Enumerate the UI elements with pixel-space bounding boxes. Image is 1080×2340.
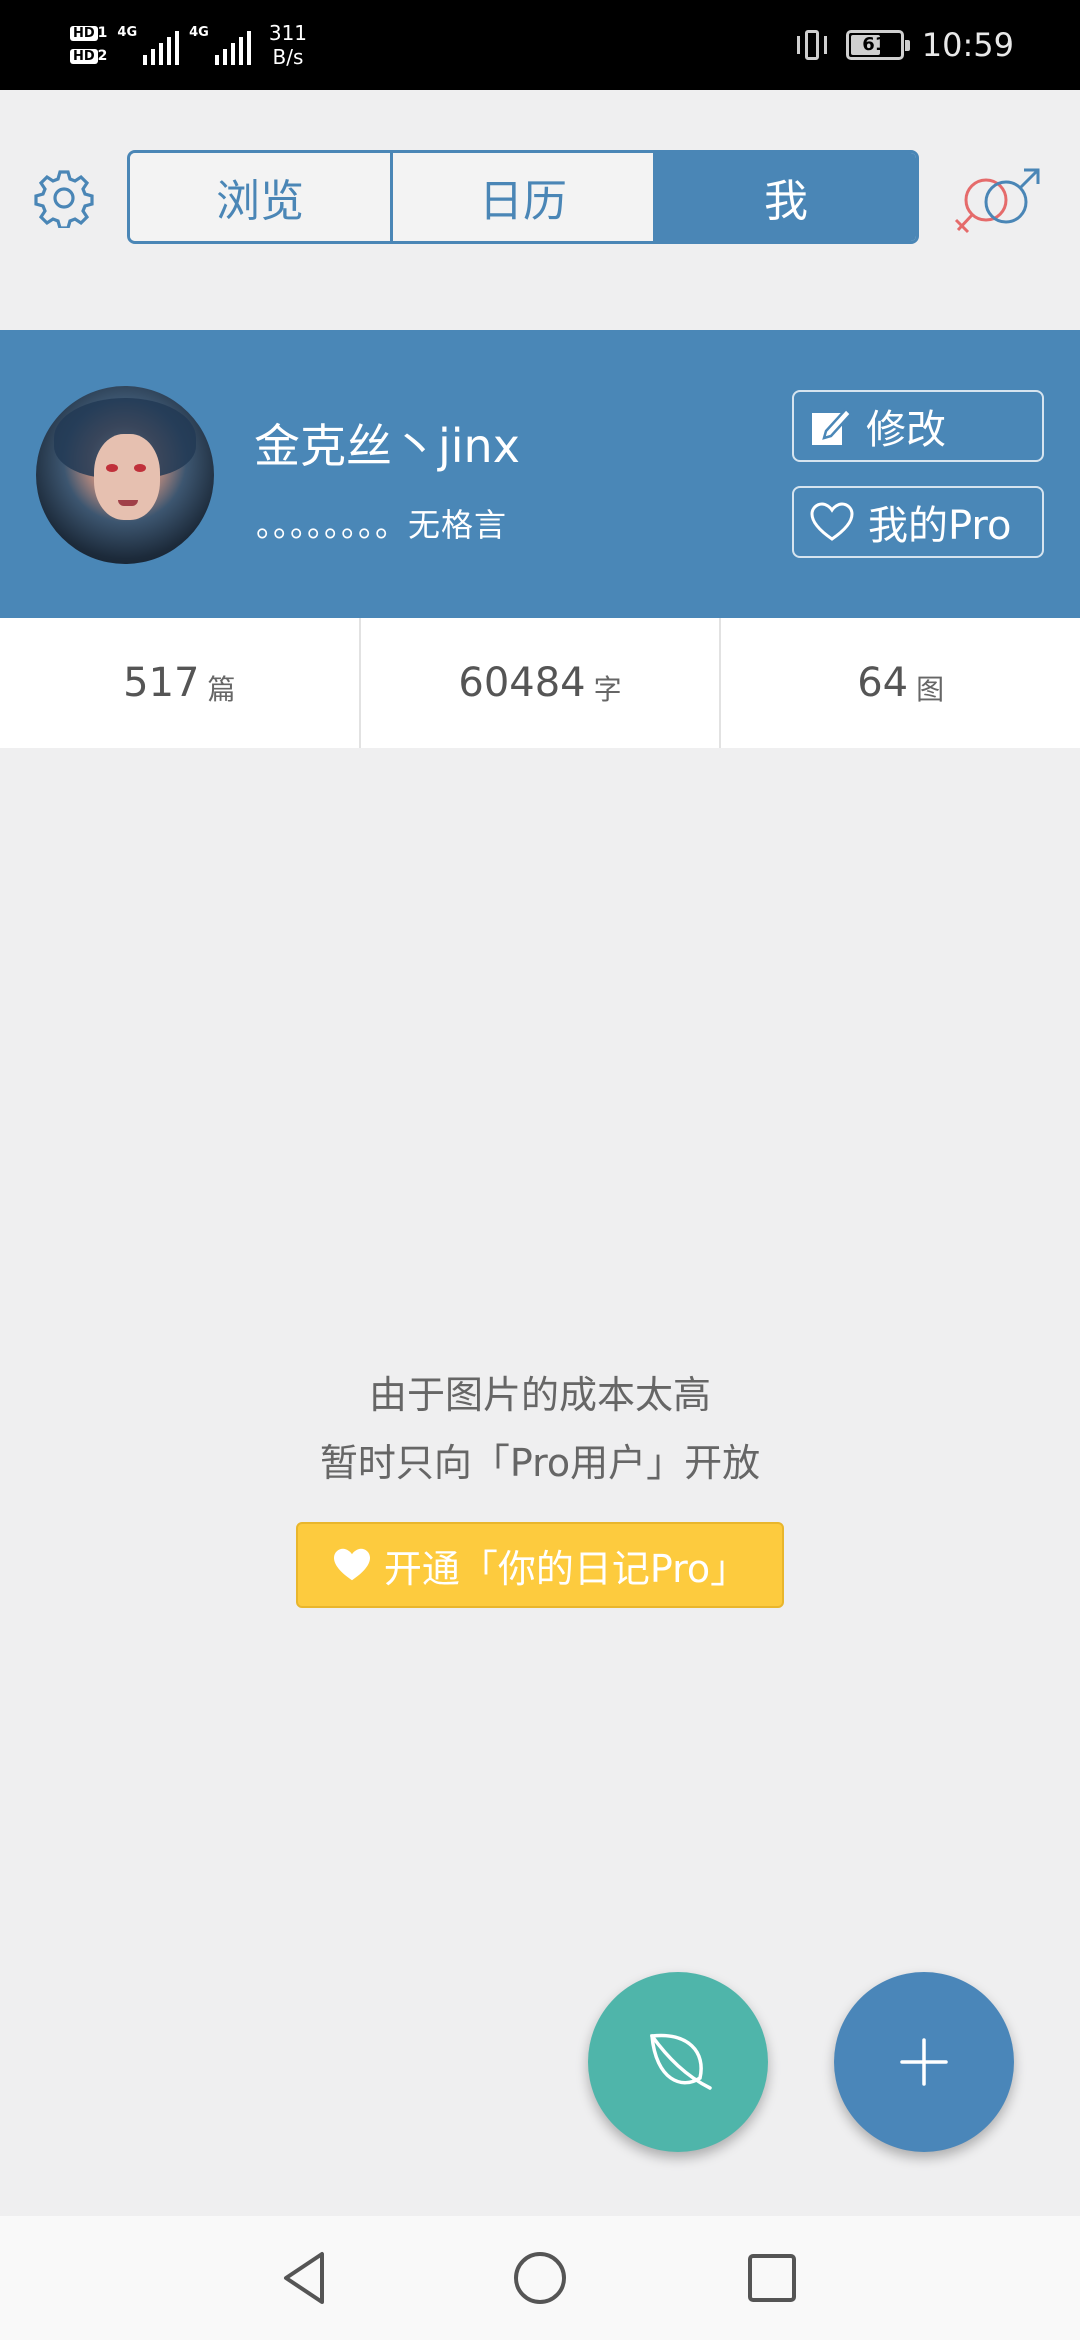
my-pro-label: 我的Pro <box>868 503 1012 549</box>
my-pro-button[interactable]: 我的Pro <box>792 486 1044 558</box>
gear-icon[interactable] <box>34 168 94 230</box>
tab-me[interactable]: 我 <box>653 153 916 241</box>
edit-label: 修改 <box>866 407 946 453</box>
tab-switcher: 浏览 日历 我 <box>127 150 919 244</box>
stat-characters[interactable]: 60484 字 <box>358 618 720 748</box>
battery-icon: 61 <box>845 30 910 60</box>
vibrate-icon <box>796 28 828 62</box>
hd-text-1: HD <box>70 26 98 41</box>
hd-badge-2: HD 2 <box>70 48 107 65</box>
stat-characters-value: 60484 <box>458 660 586 706</box>
open-pro-label: 开通「你的日记Pro」 <box>383 1546 749 1591</box>
stat-entries-unit: 篇 <box>207 673 236 706</box>
pro-notice-line-1: 由于图片的成本太高 <box>368 1373 711 1417</box>
stats-bar: 517 篇 60484 字 64 图 <box>0 618 1080 748</box>
stat-entries-value: 517 <box>123 660 200 706</box>
avatar[interactable] <box>36 386 214 564</box>
edit-icon <box>812 407 852 445</box>
hd-badge-1: HD 1 <box>70 25 107 42</box>
heart-icon <box>333 1548 370 1581</box>
battery-level: 61 <box>862 34 888 55</box>
status-bar: HD 1 HD 2 4G 4G 311 B/s 61 10:59 <box>0 0 1080 90</box>
hd-sub-1: 1 <box>97 25 108 41</box>
app-header: 浏览 日历 我 <box>0 90 1080 330</box>
stat-images[interactable]: 64 图 <box>719 618 1080 748</box>
hd-sub-2: 2 <box>97 48 108 64</box>
edit-profile-button[interactable]: 修改 <box>792 390 1044 462</box>
network-speed-unit: B/s <box>272 45 304 69</box>
signal-icon-1: 4G <box>117 25 180 65</box>
leaf-fab-button[interactable] <box>588 1972 768 2152</box>
signal-icon-2: 4G <box>189 25 251 65</box>
clock: 10:59 <box>921 26 1014 64</box>
stat-characters-unit: 字 <box>593 673 622 706</box>
home-icon[interactable] <box>508 2246 572 2310</box>
stat-images-unit: 图 <box>916 673 945 706</box>
profile-banner: 金克丝丶jinx 。。。。。。。。无格言 修改 我的Pro <box>0 330 1080 618</box>
add-fab-button[interactable] <box>834 1972 1014 2152</box>
pro-notice-line-2: 暂时只向「Pro用户」开放 <box>319 1441 761 1485</box>
leaf-icon <box>650 2033 712 2090</box>
stat-images-value: 64 <box>857 660 909 706</box>
status-right: 61 10:59 <box>796 0 1014 90</box>
back-icon[interactable] <box>276 2246 340 2310</box>
stat-entries[interactable]: 517 篇 <box>0 618 359 748</box>
signal-label-1: 4G <box>117 25 138 40</box>
hd-text-2: HD <box>70 49 98 64</box>
plus-icon <box>900 2038 948 2086</box>
gender-symbol-icon[interactable] <box>950 160 1050 250</box>
profile-name: 金克丝丶jinx <box>254 419 520 473</box>
hd-indicators: HD 1 HD 2 <box>70 25 107 65</box>
network-speed-value: 311 <box>268 21 308 45</box>
heart-outline-icon <box>810 502 854 541</box>
open-pro-button[interactable]: 开通「你的日记Pro」 <box>296 1522 784 1608</box>
signal-label-2: 4G <box>189 25 209 40</box>
system-nav-bar <box>0 2216 1080 2340</box>
status-left: HD 1 HD 2 4G 4G 311 B/s <box>70 14 307 76</box>
recent-apps-icon[interactable] <box>740 2246 804 2310</box>
profile-motto: 。。。。。。。。无格言 <box>256 506 508 544</box>
tab-calendar[interactable]: 日历 <box>390 153 653 241</box>
tab-browse[interactable]: 浏览 <box>130 153 390 241</box>
network-speed: 311 B/s <box>269 21 307 69</box>
